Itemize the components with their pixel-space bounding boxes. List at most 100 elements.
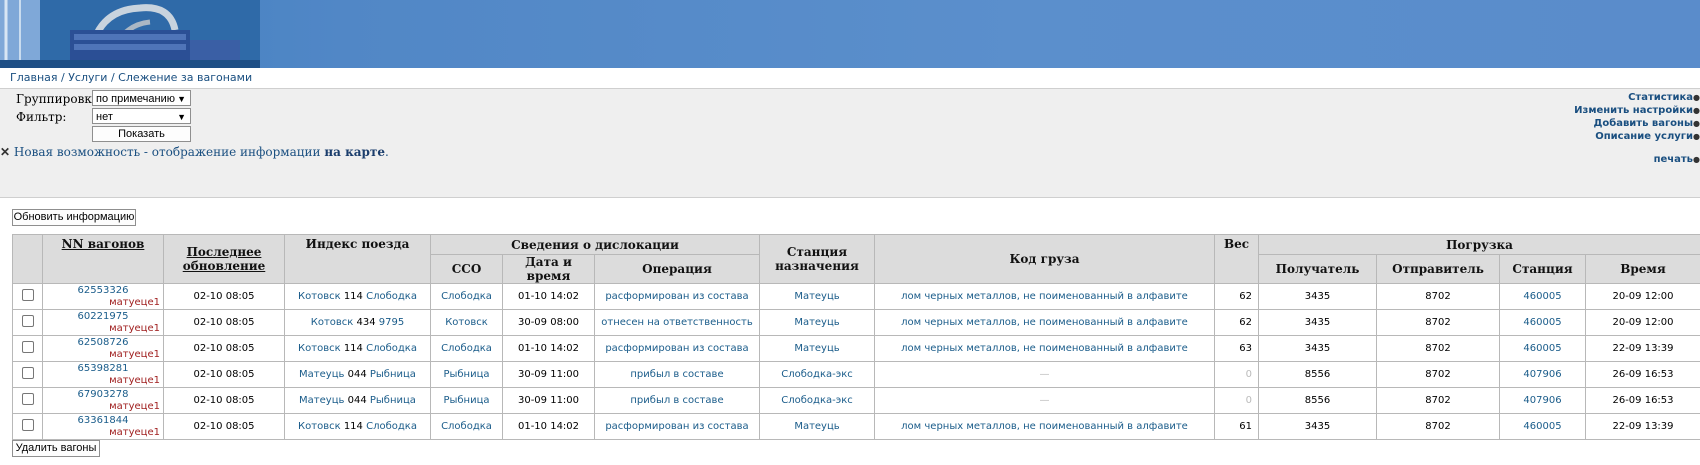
breadcrumb-home[interactable]: Главная [10, 71, 58, 84]
operation-cell[interactable]: расформирован из состава [594, 283, 760, 310]
sso-cell[interactable]: Рыбница [430, 387, 503, 414]
wagon-number-link[interactable]: 65398281 [44, 363, 163, 375]
link-change-settings-label: Изменить настройки [1574, 105, 1694, 116]
wagon-cell: 65398281 матуеце1 [42, 361, 164, 388]
wagon-number-link[interactable]: 63361844 [44, 415, 163, 427]
table-row: 63361844 матуеце1 02-10 08:05 Котовск 114 С… [12, 413, 1700, 440]
datetime-cell: 01-10 14:02 [502, 335, 595, 362]
col-last-update[interactable]: Последнее обновление [163, 234, 285, 284]
map-link[interactable]: на карте [324, 145, 385, 159]
link-statistics[interactable]: Статистика● [1574, 91, 1700, 104]
wagon-number-link[interactable]: 62553326 [44, 285, 163, 297]
train-index-number: 114 [343, 421, 363, 432]
dest-station-cell[interactable]: Слободка-экс [759, 387, 875, 414]
train-index-to[interactable]: Рыбница [370, 395, 416, 406]
row-select-cell [12, 387, 43, 414]
wagon-note: матуеце1 [109, 374, 160, 386]
dest-station-cell[interactable]: Матеуць [759, 413, 875, 440]
row-checkbox[interactable] [21, 419, 34, 431]
train-index-to[interactable]: Слободка [366, 343, 417, 354]
receiver-cell: 8556 [1258, 387, 1377, 414]
breadcrumb-services[interactable]: Услуги [68, 71, 107, 84]
weight-cell: 0 [1214, 361, 1259, 388]
wagon-note: матуеце1 [109, 348, 160, 360]
link-change-settings[interactable]: Изменить настройки● [1574, 104, 1700, 117]
wagon-cell: 62508726 матуеце1 [42, 335, 164, 362]
operation-cell[interactable]: отнесен на ответственность [594, 309, 760, 336]
link-add-wagons[interactable]: Добавить вагоны● [1574, 117, 1700, 130]
control-panel: Группировка: по примечанию ▼ Фильтр: нет… [0, 89, 1700, 198]
col-sender: Отправитель [1376, 254, 1500, 284]
cargo-cell[interactable]: лом черных металлов, не поименованный в … [874, 413, 1215, 440]
train-index-from[interactable]: Матеуць [299, 369, 344, 380]
bullet-icon: ● [1693, 119, 1700, 128]
weight-cell: 0 [1214, 387, 1259, 414]
cargo-cell[interactable]: лом черных металлов, не поименованный в … [874, 283, 1215, 310]
train-index-from[interactable]: Котовск [298, 343, 341, 354]
col-wagons[interactable]: NN вагонов [42, 234, 164, 284]
sso-cell[interactable]: Слободка [430, 413, 503, 440]
station-cell[interactable]: 460005 [1499, 309, 1586, 336]
col-receiver: Получатель [1258, 254, 1377, 284]
wagon-cell: 63361844 матуеце1 [42, 413, 164, 440]
row-checkbox[interactable] [21, 341, 34, 353]
row-checkbox[interactable] [21, 289, 34, 301]
wagon-number-link[interactable]: 60221975 [44, 311, 163, 323]
dest-station-cell[interactable]: Матеуць [759, 283, 875, 310]
operation-cell[interactable]: расформирован из состава [594, 413, 760, 440]
train-index-to[interactable]: Слободка [366, 291, 417, 302]
dest-station-cell[interactable]: Матеуць [759, 309, 875, 336]
train-index-from[interactable]: Котовск [298, 421, 341, 432]
sso-cell[interactable]: Слободка [430, 283, 503, 310]
train-index-to[interactable]: 9795 [379, 317, 404, 328]
station-cell[interactable]: 460005 [1499, 335, 1586, 362]
railway-banner-graphic [0, 0, 260, 68]
link-print[interactable]: печать● [1574, 153, 1700, 166]
station-cell[interactable]: 407906 [1499, 361, 1586, 388]
station-cell[interactable]: 407906 [1499, 387, 1586, 414]
operation-cell[interactable]: прибыл в составе [594, 387, 760, 414]
new-feature-notice: ✕ Новая возможность - отображение информ… [0, 145, 389, 159]
delete-wagons-button[interactable]: Удалить вагоны [12, 440, 100, 457]
time-cell: 22-09 13:39 [1585, 335, 1700, 362]
station-cell[interactable]: 460005 [1499, 413, 1586, 440]
dest-station-cell[interactable]: Слободка-экс [759, 361, 875, 388]
train-index-to[interactable]: Рыбница [370, 369, 416, 380]
receiver-cell: 3435 [1258, 309, 1377, 336]
cargo-cell[interactable]: — [874, 361, 1215, 388]
table-row: 60221975 матуеце1 02-10 08:05 Котовск 434 9… [12, 309, 1700, 336]
cargo-cell[interactable]: — [874, 387, 1215, 414]
show-button[interactable]: Показать [92, 126, 191, 142]
refresh-button[interactable]: Обновить информацию [12, 209, 136, 226]
train-index-from[interactable]: Котовск [298, 291, 341, 302]
sso-cell[interactable]: Слободка [430, 335, 503, 362]
operation-cell[interactable]: расформирован из состава [594, 335, 760, 362]
cargo-cell[interactable]: лом черных металлов, не поименованный в … [874, 309, 1215, 336]
table-row: 67903278 матуеце1 02-10 08:05 Матеуць 044 Р… [12, 387, 1700, 414]
station-cell[interactable]: 460005 [1499, 283, 1586, 310]
row-checkbox[interactable] [21, 393, 34, 405]
last-update-cell: 02-10 08:05 [163, 283, 285, 310]
close-icon[interactable]: ✕ [0, 145, 10, 159]
sso-cell[interactable]: Рыбница [430, 361, 503, 388]
col-dislocation: Сведения о дислокации [430, 234, 760, 255]
link-service-description[interactable]: Описание услуги● [1574, 130, 1700, 143]
grouping-select[interactable]: по примечанию ▼ [92, 90, 191, 106]
row-checkbox[interactable] [21, 315, 34, 327]
dest-station-cell[interactable]: Матеуць [759, 335, 875, 362]
train-index-number: 044 [347, 369, 367, 380]
sender-cell: 8702 [1376, 413, 1500, 440]
operation-cell[interactable]: прибыл в составе [594, 361, 760, 388]
sender-cell: 8702 [1376, 335, 1500, 362]
wagon-number-link[interactable]: 67903278 [44, 389, 163, 401]
cargo-cell[interactable]: лом черных металлов, не поименованный в … [874, 335, 1215, 362]
train-index-from[interactable]: Матеуць [299, 395, 344, 406]
breadcrumb-tracking[interactable]: Слежение за вагонами [118, 71, 252, 84]
table-row: 62553326 матуеце1 02-10 08:05 Котовск 114 С… [12, 283, 1700, 310]
sso-cell[interactable]: Котовск [430, 309, 503, 336]
filter-select[interactable]: нет ▼ [92, 108, 191, 124]
row-checkbox[interactable] [21, 367, 34, 379]
train-index-from[interactable]: Котовск [311, 317, 354, 328]
train-index-to[interactable]: Слободка [366, 421, 417, 432]
wagon-number-link[interactable]: 62508726 [44, 337, 163, 349]
